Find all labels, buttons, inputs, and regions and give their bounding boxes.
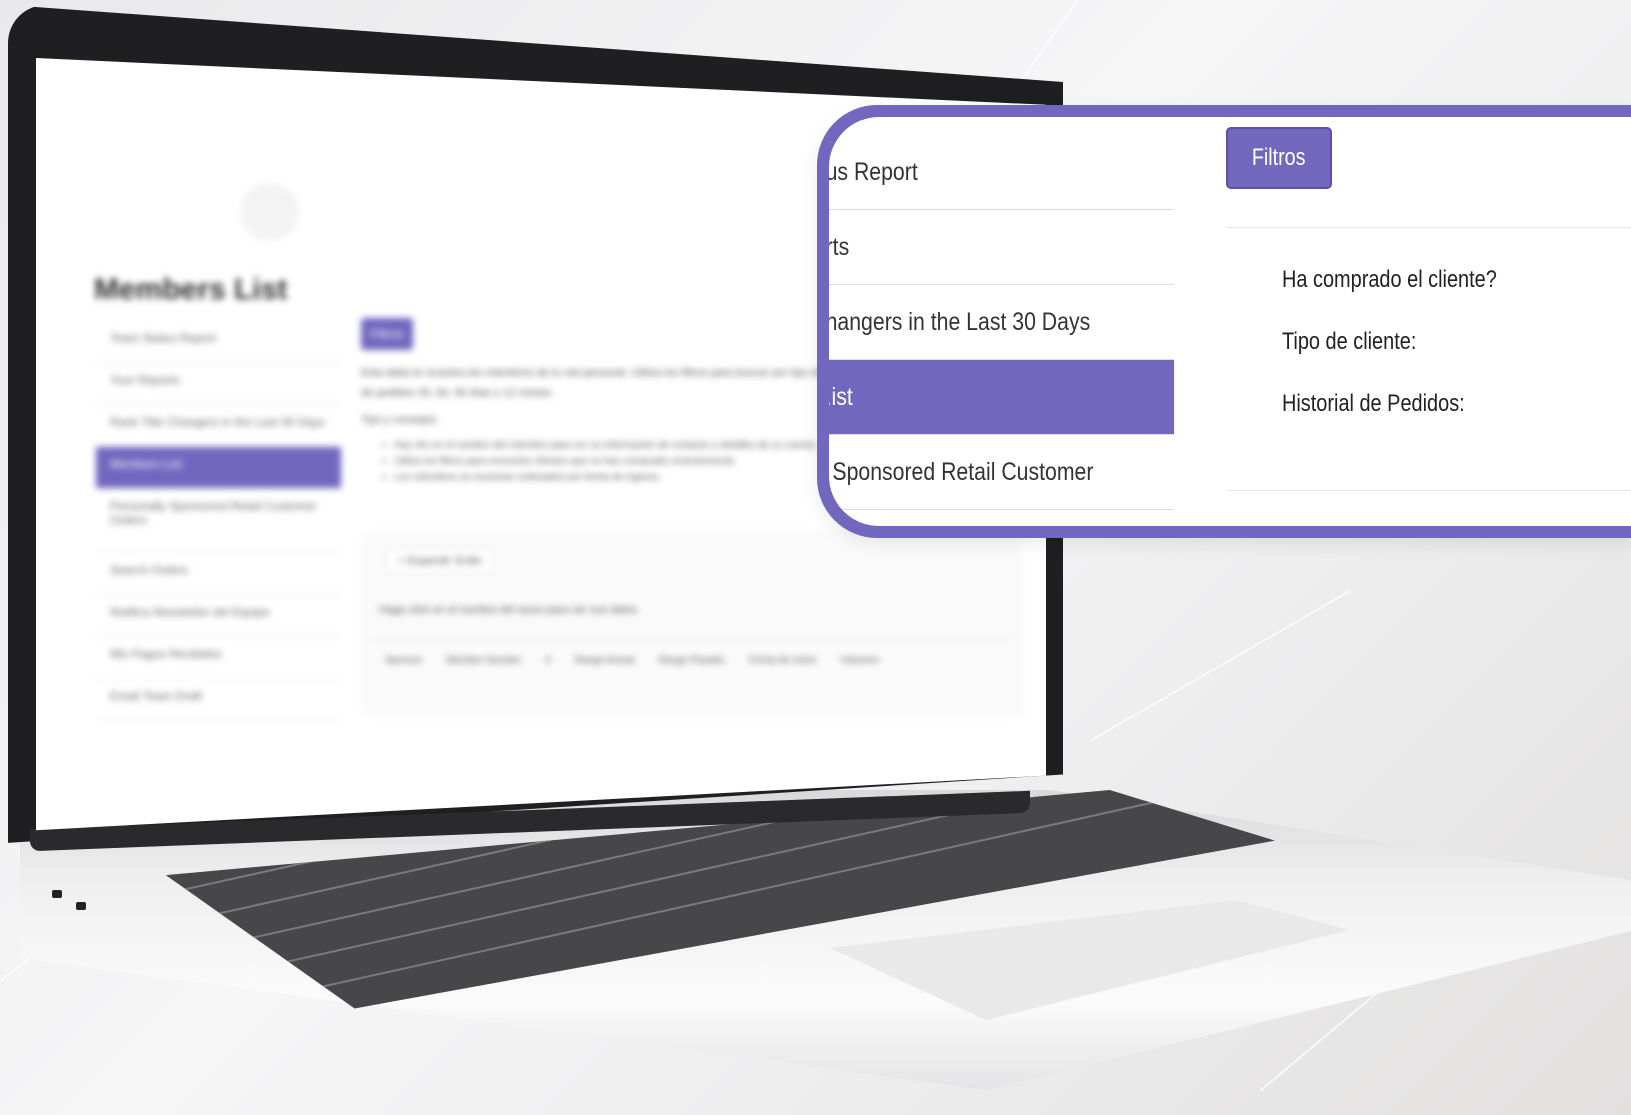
filtros-button-label: Filtros (1252, 144, 1306, 171)
table-header[interactable]: Member Number (434, 640, 533, 700)
sidebar-item[interactable]: Personally Sponsored Retail Customer Ord… (96, 489, 341, 553)
table-header[interactable]: Sponsor (373, 640, 434, 700)
usb-port (52, 890, 62, 898)
table-header[interactable]: Rango Actual (563, 640, 647, 700)
table-header[interactable]: Fecha de Inicio (737, 640, 829, 700)
sidebar-item-sponsored-retail-customer[interactable]: Sponsored Retail Customer (829, 435, 1174, 510)
table-note: Haga click en el nombre del socio para v… (379, 604, 638, 616)
filter-label-customer-type: Tipo de cliente: (1282, 328, 1417, 355)
sidebar-item-label: us Report (829, 157, 918, 186)
sidebar-item-label: hangers in the Last 30 Days (829, 307, 1091, 336)
sidebar-item[interactable]: Your Reports (96, 363, 341, 405)
table-header-row: Sponsor Member Number # Rango Actual Ran… (373, 639, 1013, 700)
members-table-panel: + Expandir Grafo Haga click en el nombre… (364, 533, 1021, 715)
sidebar-item-label: rts (829, 232, 850, 261)
zoom-content: us Report rts hangers in the Last 30 Day… (829, 117, 1631, 526)
zoom-sidebar-menu: us Report rts hangers in the Last 30 Day… (829, 135, 1174, 510)
zoom-callout: us Report rts hangers in the Last 30 Day… (817, 105, 1631, 538)
table-header[interactable]: Rango Pasado (646, 640, 736, 700)
logo (241, 183, 299, 241)
filter-panel: Ha comprado el cliente? Tipo de cliente:… (1226, 227, 1631, 491)
sidebar-item[interactable]: Email Team Draft (96, 679, 341, 721)
filtros-button[interactable]: Filtros (1226, 127, 1332, 189)
usb-port (76, 902, 86, 910)
filter-button[interactable]: Filtros (361, 318, 413, 350)
sidebar-item[interactable]: Mis Pagos Recibidos (96, 637, 341, 679)
sidebar-item[interactable]: Search Orders (96, 553, 341, 595)
expand-graph-button[interactable]: + Expandir Grafo (385, 548, 495, 574)
sidebar-item-label: Sponsored Retail Customer (832, 457, 1094, 486)
sidebar-item-active[interactable]: Members List (96, 447, 341, 489)
sidebar-item-members-list[interactable]: .ist (829, 360, 1174, 435)
filter-label-order-history: Historial de Pedidos: (1282, 390, 1465, 417)
page-title: Members List (94, 273, 288, 306)
sidebar-item[interactable]: Team Status Report (96, 321, 341, 363)
filter-label-purchased: Ha comprado el cliente? (1282, 266, 1497, 293)
sidebar-item[interactable]: Rank Title Changers in the Last 30 Days (96, 405, 341, 447)
sidebar-item-label: .ist (829, 382, 853, 411)
sidebar-item-rank-title-changers[interactable]: hangers in the Last 30 Days (829, 285, 1174, 360)
sidebar-item[interactable]: Notifica Newsletter del Equipo (96, 595, 341, 637)
table-header[interactable]: Volumen (828, 640, 891, 700)
sidebar-item-team-status-report[interactable]: us Report (829, 135, 1174, 210)
table-header[interactable]: # (533, 640, 563, 700)
sidebar-item-your-reports[interactable]: rts (829, 210, 1174, 285)
sidebar: Team Status Report Your Reports Rank Tit… (96, 321, 341, 721)
